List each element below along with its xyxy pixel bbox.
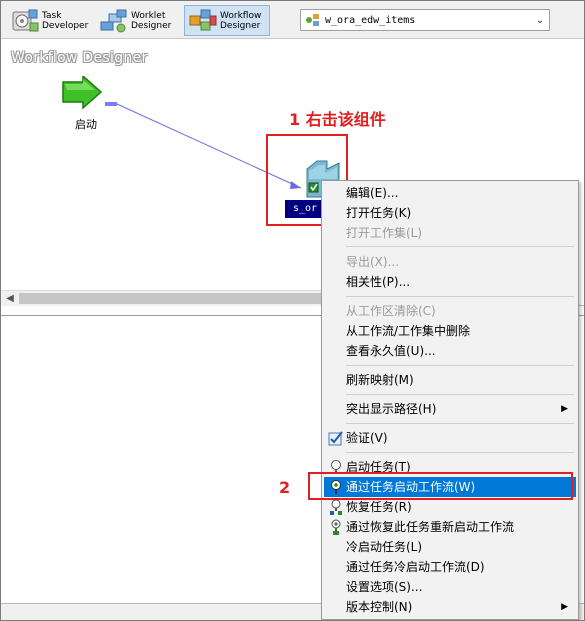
menu-item-set-options[interactable]: 设置选项(S)... (324, 577, 576, 597)
worklet-designer-label: Worklet Designer (131, 10, 172, 31)
menu-item-recover-task[interactable]: 恢复任务(R) (324, 497, 576, 517)
annotation-step2: 2 (279, 478, 291, 497)
workflow-designer-label: Workflow Designer (220, 10, 262, 31)
task-developer-icon (10, 8, 40, 34)
context-menu: 编辑(E)... 打开任务(K) 打开工作集(L) 导出(X)... 相关性(P… (321, 180, 579, 620)
menu-item-refresh-mapping[interactable]: 刷新映射(M) (324, 370, 576, 390)
menu-item-view-persistent-values[interactable]: 查看永久值(U)... (324, 341, 576, 361)
dropdown-arrow-icon[interactable]: ⌄ (531, 15, 549, 26)
task-developer-button[interactable]: Task Developer (7, 5, 93, 36)
menu-separator (346, 452, 574, 453)
start-task-label: 启动 (75, 118, 97, 131)
recover-task-icon (328, 499, 344, 515)
menu-item-cold-start-task[interactable]: 冷启动任务(L) (324, 537, 576, 557)
workflow-designer-button[interactable]: Workflow Designer (184, 5, 270, 36)
menu-item-open-worklet: 打开工作集(L) (346, 226, 423, 240)
annotation-box-step2 (308, 472, 573, 500)
menu-item-dependencies[interactable]: 相关性(P)... (324, 272, 576, 292)
annotation-step1: 1 右击该组件 (289, 110, 386, 129)
menu-item-delete-from-workflow[interactable]: 从工作流/工作集中删除 (324, 321, 576, 341)
menu-item-open-task[interactable]: 打开任务(K) (324, 203, 576, 223)
menu-separator (346, 365, 574, 366)
menu-item-export: 导出(X)... (346, 255, 400, 269)
menu-separator (346, 246, 574, 247)
task-developer-label: Task Developer (42, 10, 89, 31)
menu-item-clear-from-workspace: 从工作区清除(C) (346, 304, 436, 318)
workflow-designer-icon (188, 8, 218, 34)
menu-item-version-control[interactable]: 版本控制(N) ▶ (324, 597, 576, 617)
menu-item-cold-start-workflow[interactable]: 通过任务冷启动工作流(D) (324, 557, 576, 577)
menu-separator (346, 296, 574, 297)
submenu-arrow-icon: ▶ (561, 602, 568, 612)
workflow-select-value: w_ora_edw_items (325, 14, 416, 26)
worklet-designer-button[interactable]: Worklet Designer (96, 5, 180, 36)
scrollbar-thumb[interactable] (19, 293, 321, 304)
menu-item-highlight-path[interactable]: 突出显示路径(H) ▶ (324, 399, 576, 419)
menu-item-validate[interactable]: 验证(V) (324, 428, 576, 448)
designer-window: Task Developer Worklet Designer Workflow… (0, 0, 585, 621)
workflow-icon (305, 12, 321, 28)
worklet-designer-icon (99, 8, 129, 34)
validate-icon (328, 430, 344, 446)
workspace-title: Workflow Designer (11, 50, 148, 66)
menu-separator (346, 394, 574, 395)
menu-separator (346, 423, 574, 424)
workflow-select[interactable]: w_ora_edw_items ⌄ (300, 9, 550, 31)
toolbar: Task Developer Worklet Designer Workflow… (1, 1, 584, 39)
menu-item-restart-workflow-recover[interactable]: 通过恢复此任务重新启动工作流 (324, 517, 576, 537)
start-arrow-icon[interactable] (59, 74, 103, 112)
submenu-arrow-icon: ▶ (561, 404, 568, 414)
restart-workflow-icon (328, 519, 344, 535)
horizontal-scrollbar[interactable]: ◀ (1, 290, 323, 306)
scroll-left-icon[interactable]: ◀ (3, 292, 17, 306)
menu-item-edit[interactable]: 编辑(E)... (324, 183, 576, 203)
